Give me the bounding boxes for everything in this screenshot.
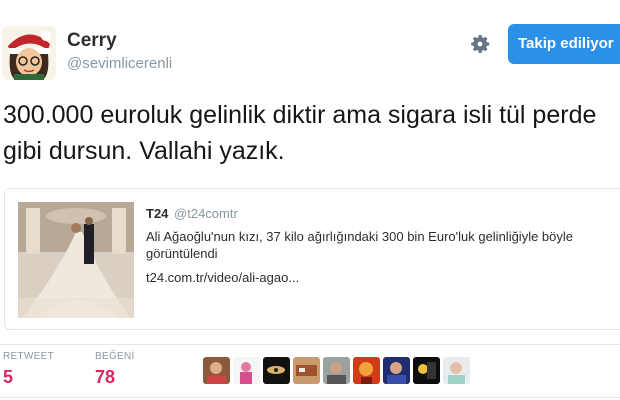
liker-avatar[interactable] [263,357,290,384]
retweet-label[interactable]: RETWEET [3,351,54,362]
card-thumbnail[interactable] [18,202,134,318]
liker-avatar[interactable] [383,357,410,384]
liker-avatar[interactable] [203,357,230,384]
card-source-handle[interactable]: @t24comtr [174,206,238,221]
retweet-count[interactable]: 5 [3,367,13,388]
follow-button[interactable]: Takip ediliyor [508,24,620,64]
liker-avatar[interactable] [323,357,350,384]
card-link[interactable]: t24.com.tr/video/ali-agao... [146,270,299,285]
like-count[interactable]: 78 [95,367,115,388]
user-name[interactable]: Cerry [67,30,117,52]
avatar[interactable] [2,26,56,80]
user-handle[interactable]: @sevimlicerenli [67,55,172,72]
liker-avatar[interactable] [353,357,380,384]
tweet-text: 300.000 euroluk gelinlik diktir ama siga… [3,101,597,165]
like-label[interactable]: BEĞENİ [95,351,135,362]
card-source-name[interactable]: T24 [146,206,168,221]
liker-avatar[interactable] [413,357,440,384]
liker-avatar[interactable] [233,357,260,384]
card-description: Ali Ağaoğlu'nun kızı, 37 kilo ağırlığınd… [146,229,574,261]
card-source[interactable]: T24 @t24comtr [146,206,238,221]
bottom-divider [0,397,620,398]
link-card[interactable]: T24 @t24comtr Ali Ağaoğlu'nun kızı, 37 k… [4,188,620,330]
divider [0,344,620,345]
liker-avatar[interactable] [443,357,470,384]
liker-avatar[interactable] [293,357,320,384]
gear-icon[interactable] [468,32,492,56]
liker-avatars [203,357,470,385]
